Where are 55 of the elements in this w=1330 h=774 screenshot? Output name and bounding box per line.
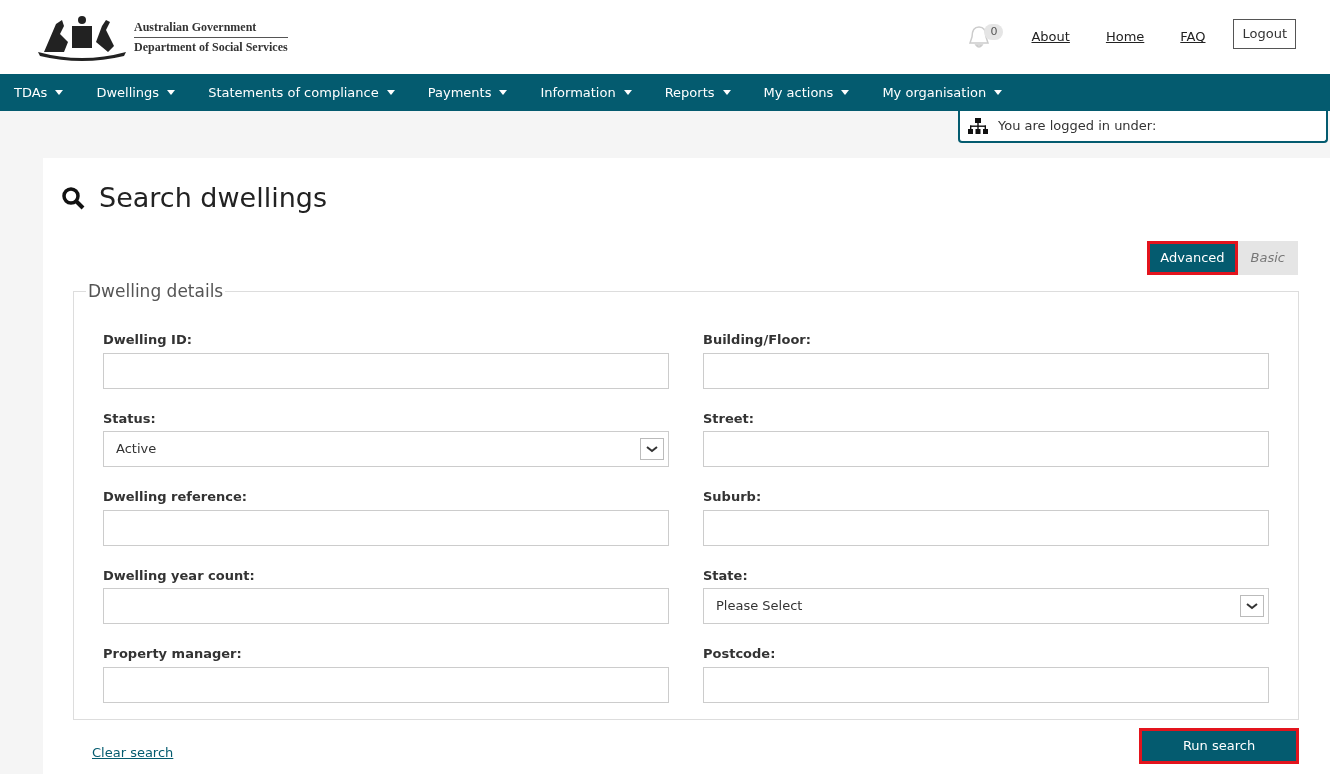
- input-field[interactable]: [703, 352, 1269, 389]
- input-field[interactable]: [103, 666, 669, 703]
- field-label: Dwelling ID:: [103, 331, 193, 349]
- fieldset-legend: Dwelling details: [86, 278, 226, 304]
- header-link[interactable]: FAQ: [1180, 27, 1206, 47]
- input-field[interactable]: [103, 352, 669, 389]
- nav-menu-item[interactable]: My organisation: [882, 82, 1003, 103]
- input-field[interactable]: [703, 666, 1269, 703]
- field-label: Property manager:: [103, 645, 243, 663]
- nav-menu-item[interactable]: Information: [540, 82, 632, 103]
- input-field[interactable]: [703, 431, 1269, 467]
- header-link[interactable]: Home: [1105, 27, 1145, 47]
- bell-icon[interactable]: [968, 25, 991, 49]
- field-label: Dwelling reference:: [103, 488, 248, 506]
- field-label: Street:: [703, 409, 756, 428]
- field-label: Building/Floor:: [703, 331, 812, 349]
- mode-tab[interactable]: Basic: [1237, 240, 1298, 275]
- hierarchy-icon: [968, 118, 988, 134]
- caret-icon: [722, 90, 731, 95]
- logout-button[interactable]: Logout: [1233, 19, 1296, 49]
- notification-count: 0: [984, 23, 1004, 41]
- chevron-down-icon: [640, 438, 664, 460]
- caret-icon: [623, 90, 632, 95]
- caret-icon: [55, 90, 64, 95]
- caret-icon: [386, 90, 395, 95]
- input-field[interactable]: [103, 509, 669, 546]
- input-field[interactable]: [103, 588, 669, 624]
- page-title: Search dwellings: [99, 181, 327, 215]
- search-icon: [61, 186, 85, 211]
- mode-tab[interactable]: Advanced: [1147, 240, 1238, 275]
- field-label: Status:: [103, 409, 157, 428]
- logged-in-label: You are logged in under:: [998, 117, 1157, 136]
- clear-search-link[interactable]: Clear search: [92, 742, 174, 763]
- department-name: Department of Social Services: [134, 38, 288, 55]
- nav-menu-item[interactable]: My actions: [763, 82, 850, 103]
- caret-icon: [841, 90, 850, 95]
- run-search-button[interactable]: Run search: [1139, 727, 1299, 764]
- nav-menu-item[interactable]: Dwellings: [96, 82, 176, 103]
- nav-menu-item[interactable]: TDAs: [14, 82, 64, 103]
- select-field[interactable]: Please Select: [703, 588, 1269, 624]
- caret-icon: [499, 90, 508, 95]
- field-label: State:: [703, 566, 749, 585]
- input-field[interactable]: [703, 509, 1269, 546]
- header-link[interactable]: About: [1031, 27, 1070, 47]
- select-field[interactable]: Active: [103, 431, 669, 467]
- government-name: Australian Government: [134, 19, 288, 38]
- field-label: Dwelling year count:: [103, 566, 256, 585]
- caret-icon: [167, 90, 176, 95]
- field-label: Postcode:: [703, 645, 777, 663]
- nav-menu-item[interactable]: Reports: [664, 82, 731, 103]
- nav-menu-item[interactable]: Payments: [427, 82, 508, 103]
- field-label: Suburb:: [703, 488, 763, 506]
- nav-menu-item[interactable]: Statements of compliance: [208, 82, 395, 103]
- chevron-down-icon: [1240, 595, 1264, 617]
- caret-icon: [994, 90, 1003, 95]
